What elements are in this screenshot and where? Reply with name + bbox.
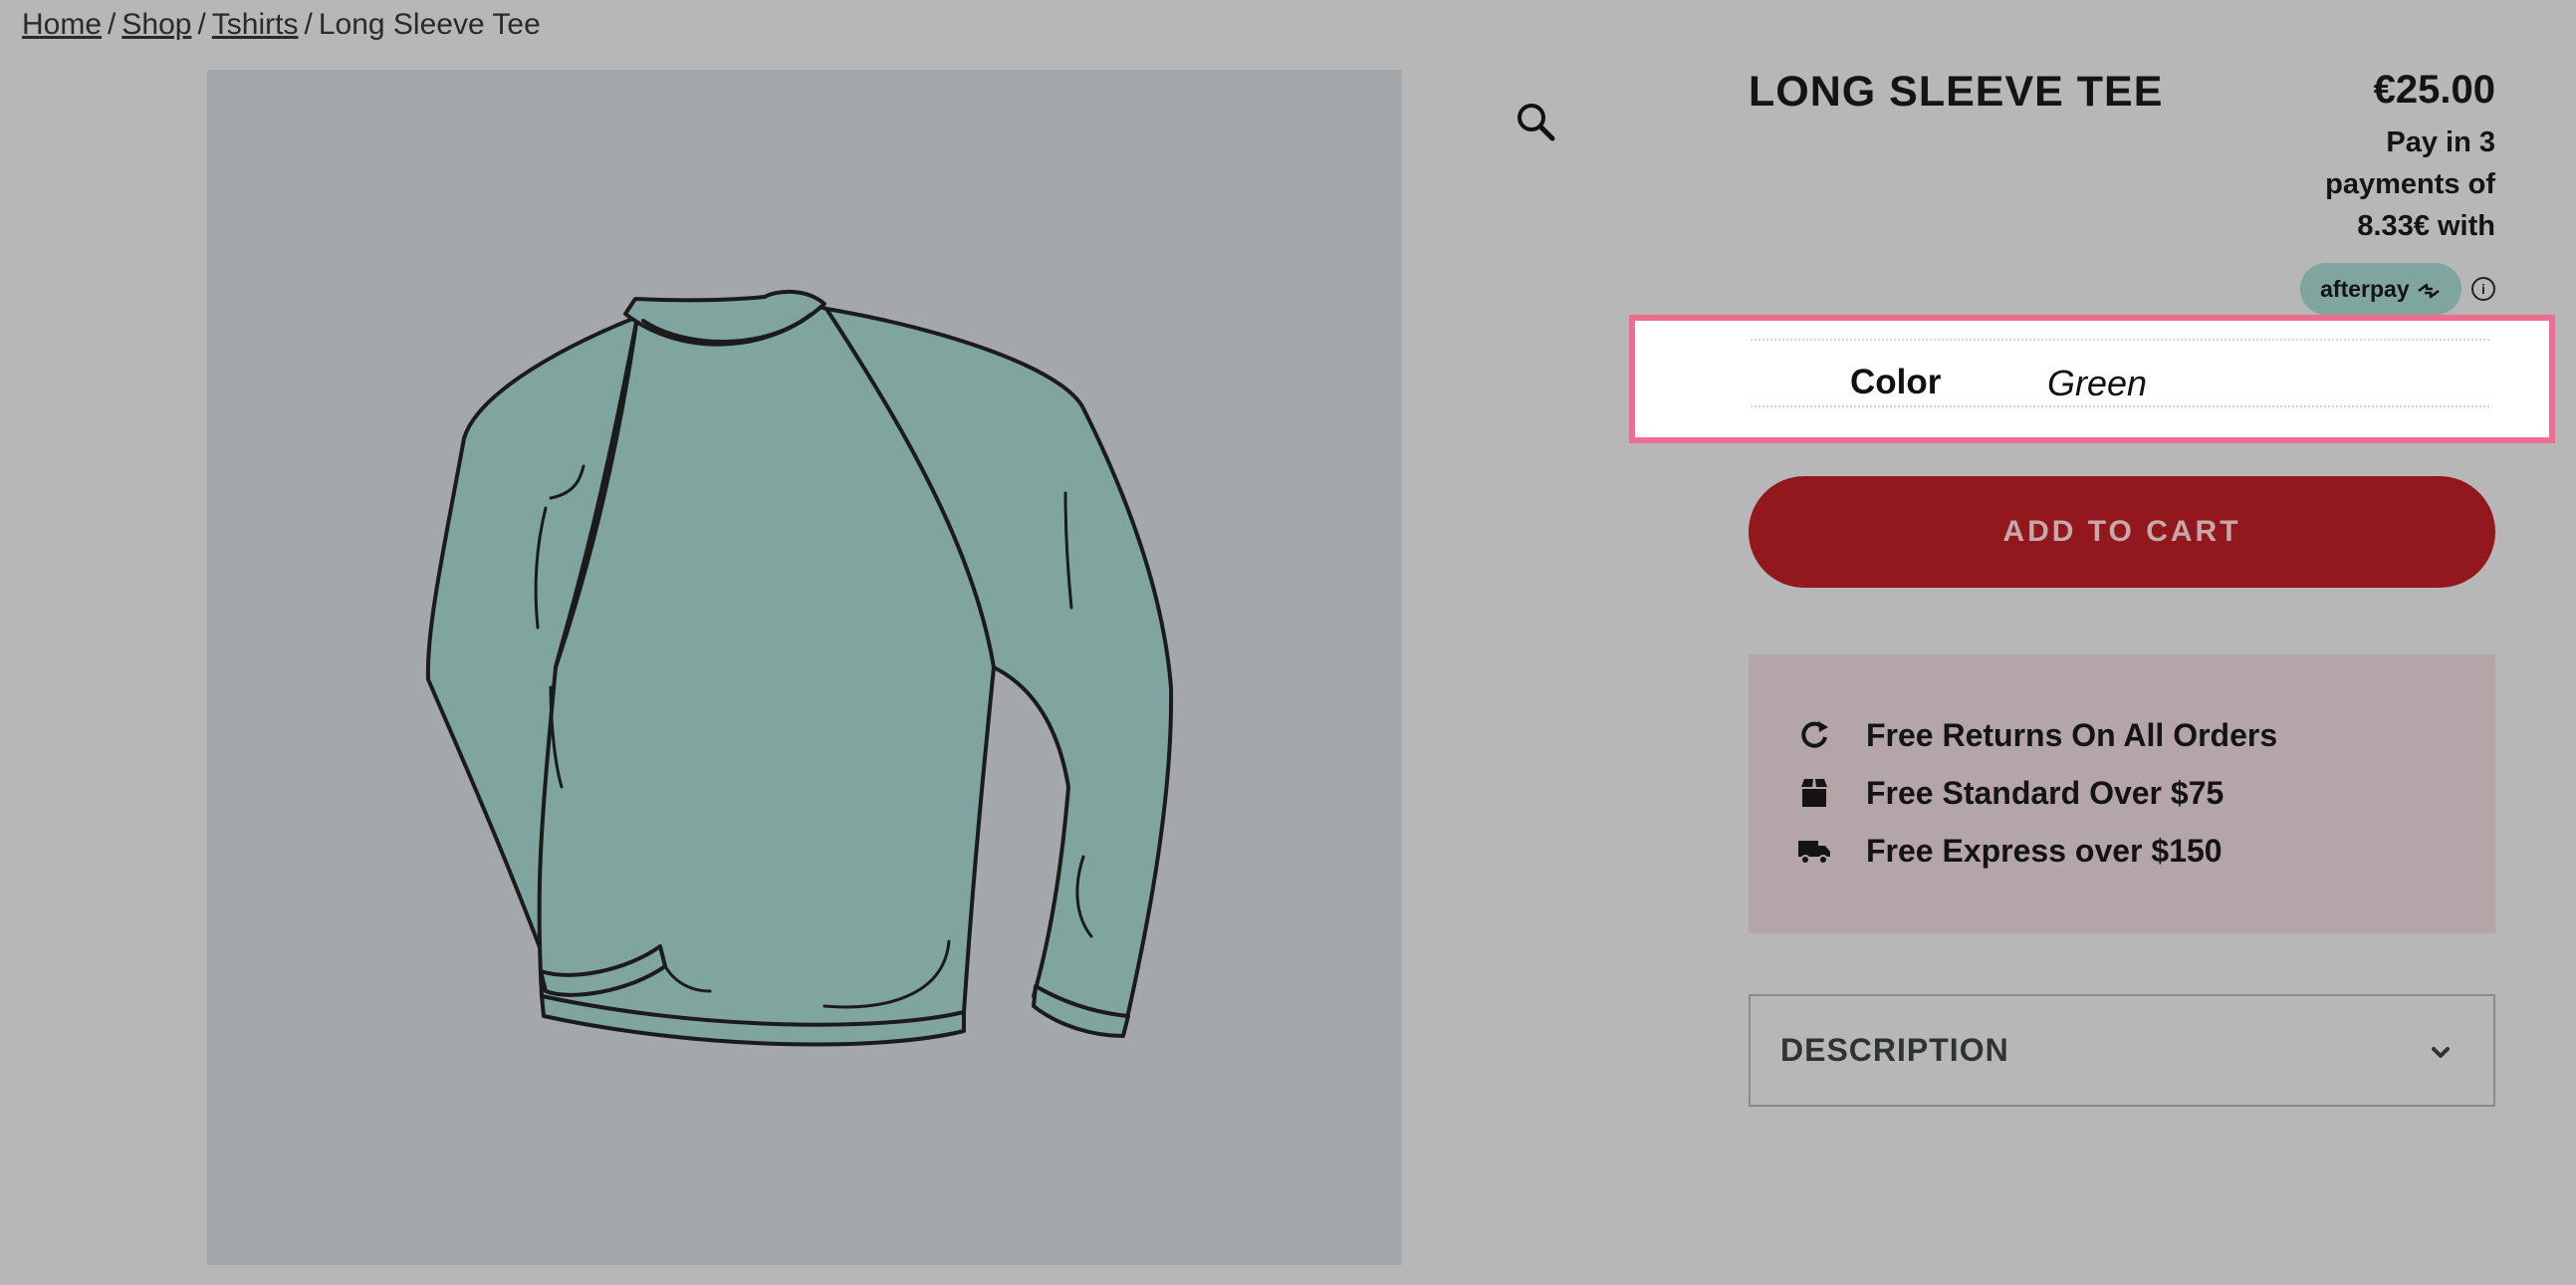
perk-item: Free Returns On All Orders <box>1796 706 2495 764</box>
breadcrumb: Home / Shop / Tshirts / Long Sleeve Tee <box>22 8 541 42</box>
add-to-cart-button[interactable]: ADD TO CART <box>1749 476 2495 588</box>
afterpay-logo-icon <box>2418 283 2440 299</box>
breadcrumb-separator: / <box>108 8 117 41</box>
chevron-down-icon <box>2432 1047 2450 1058</box>
breadcrumb-separator: / <box>197 8 206 41</box>
box-icon <box>1801 779 1827 807</box>
installment-text: Pay in 3 payments of 8.33€ with <box>2325 127 2495 242</box>
description-accordion[interactable]: DESCRIPTION <box>1749 994 2495 1107</box>
breadcrumb-home-link[interactable]: Home <box>22 8 102 41</box>
afterpay-badge[interactable]: afterpay <box>2300 263 2461 315</box>
perk-label: Free Standard Over $75 <box>1866 774 2225 811</box>
perk-label: Free Returns On All Orders <box>1866 716 2278 753</box>
zoom-button[interactable] <box>1512 98 1559 145</box>
info-icon[interactable]: i <box>2471 277 2495 301</box>
perk-item: Free Express over $150 <box>1796 822 2495 880</box>
breadcrumb-current: Long Sleeve Tee <box>318 8 541 41</box>
color-label: Color <box>1850 363 1942 401</box>
color-variation-row: Color Green <box>1629 315 2555 443</box>
breadcrumb-separator: / <box>304 8 313 41</box>
perk-label: Free Express over $150 <box>1866 832 2223 869</box>
perks-panel: Free Returns On All Orders Free Standard… <box>1749 654 2495 933</box>
product-title: LONG SLEEVE TEE <box>1749 68 2164 116</box>
product-price: €25.00 <box>2373 68 2495 112</box>
search-icon <box>1518 104 1555 141</box>
variation-table: Color Green <box>1751 339 2489 407</box>
afterpay-label: afterpay <box>2320 276 2410 302</box>
perk-item: Free Standard Over $75 <box>1796 764 2495 822</box>
breadcrumb-category-link[interactable]: Tshirts <box>212 8 299 41</box>
description-label: DESCRIPTION <box>1780 1032 2009 1068</box>
long-sleeve-tee-illustration <box>425 289 1174 1047</box>
refresh-icon <box>1801 721 1828 748</box>
truck-icon <box>1798 841 1830 865</box>
breadcrumb-shop-link[interactable]: Shop <box>121 8 191 41</box>
color-value: Green <box>2047 363 2148 403</box>
product-image[interactable] <box>207 70 1402 1265</box>
afterpay-row: afterpay i <box>2300 263 2495 315</box>
